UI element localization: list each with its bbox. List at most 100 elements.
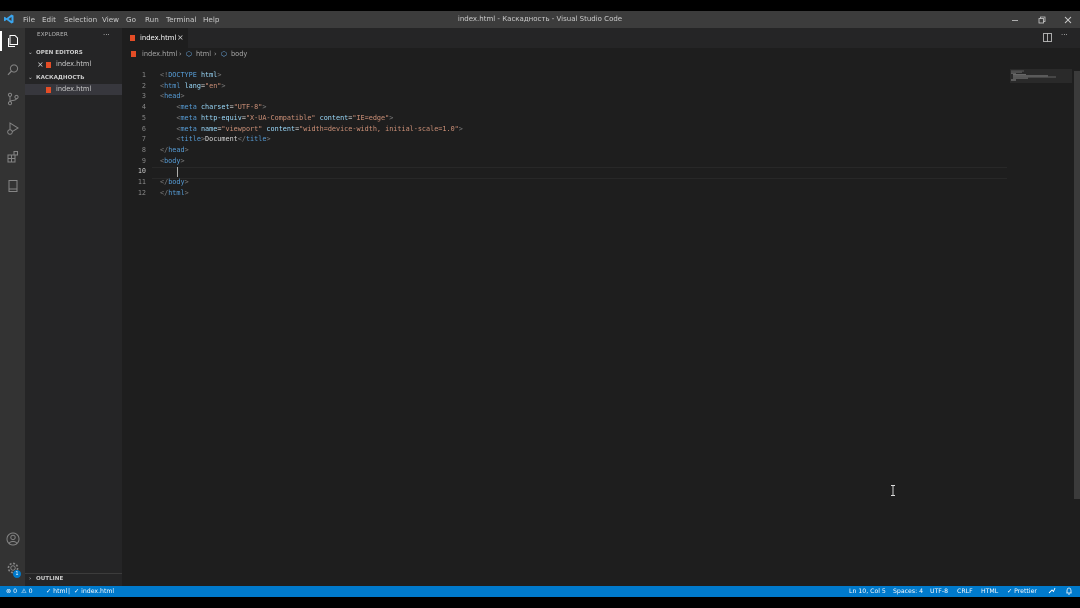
window-title: index.html - Каскадность - Visual Studio…	[457, 15, 623, 23]
account-icon	[6, 532, 19, 546]
code-token: charset	[200, 103, 230, 112]
breadcrumb-body[interactable]: body	[231, 48, 247, 60]
cursor-position[interactable]: Ln 10, Col 5	[849, 586, 886, 597]
outline-title: OUTLINE	[36, 576, 64, 582]
breadcrumb-html[interactable]: html	[196, 48, 211, 60]
breadcrumb-file[interactable]: index.html	[142, 48, 177, 60]
close-icon[interactable]: ×	[37, 59, 44, 70]
live-share-button[interactable]	[1048, 586, 1056, 597]
code-token: "IE=edge"	[352, 113, 390, 122]
warning-icon: ⚠	[21, 588, 27, 595]
line-number: 1	[141, 71, 146, 79]
source-control-activity-button[interactable]	[0, 86, 25, 112]
language-mode[interactable]: HTML	[981, 586, 998, 597]
open-editor-item[interactable]: × index.html	[25, 59, 122, 70]
text-cursor	[177, 167, 178, 177]
code-token: http-equiv	[200, 113, 242, 122]
line-number: 2	[141, 81, 146, 90]
explorer-more-actions-button[interactable]: ···	[103, 31, 110, 39]
check-icon: ✓	[46, 588, 52, 595]
menu-item-terminal[interactable]: Terminal	[166, 11, 196, 28]
code-line[interactable]: <body>	[160, 157, 185, 165]
close-icon	[1064, 16, 1072, 23]
bell-icon	[1066, 587, 1072, 595]
explorer-activity-button[interactable]	[0, 28, 25, 54]
accounts-button[interactable]	[0, 526, 25, 552]
code-token: </	[237, 135, 246, 144]
code-token: >	[180, 156, 185, 165]
code-line[interactable]: <head>	[160, 92, 185, 100]
editor-more-actions-button[interactable]: ···	[1061, 31, 1068, 39]
menu-item-selection[interactable]: Selection	[64, 11, 97, 28]
mouse-ibeam-cursor-icon	[891, 485, 895, 496]
code-line[interactable]: <!DOCTYPE html>	[160, 71, 221, 79]
code-line[interactable]: <title>Document</title>	[160, 135, 271, 144]
code-token: "viewport"	[221, 124, 263, 133]
vertical-scrollbar[interactable]	[1074, 71, 1080, 499]
code-token: content	[319, 113, 349, 122]
warning-count: 0	[28, 588, 33, 595]
menu-item-go[interactable]: Go	[126, 11, 136, 28]
search-activity-button[interactable]	[0, 57, 25, 83]
line-number: 3	[141, 92, 146, 101]
end-of-line[interactable]: CRLF	[957, 586, 973, 597]
menu-item-edit[interactable]: Edit	[42, 11, 56, 28]
prettier-item[interactable]: ✓ Prettier	[1007, 586, 1037, 597]
restore-button[interactable]	[1031, 11, 1053, 28]
editor-tab-bar: index.html × ···	[122, 28, 1080, 48]
outline-section-header[interactable]: › OUTLINE	[25, 573, 122, 585]
split-editor-button[interactable]	[1043, 33, 1052, 44]
extensions-activity-button[interactable]	[0, 144, 25, 170]
code-line[interactable]: <meta name="viewport" content="width=dev…	[160, 124, 463, 133]
code-line[interactable]: </head>	[160, 146, 189, 154]
chevron-down-icon: ⌄	[28, 50, 33, 56]
menu-item-help[interactable]: Help	[203, 11, 219, 28]
run-debug-activity-button[interactable]	[0, 115, 25, 141]
manage-button[interactable]: 1	[0, 555, 25, 581]
line-number: 9	[141, 156, 146, 165]
code-token: "width=device-width, initial-scale=1.0"	[299, 124, 459, 133]
chevron-right-icon: ›	[29, 576, 32, 582]
html-check-item[interactable]: ✓ html	[46, 586, 67, 597]
code-token: body	[164, 156, 181, 165]
tab-close-icon[interactable]: ×	[177, 28, 184, 48]
file-tree-item[interactable]: index.html	[25, 84, 122, 95]
explorer-sidebar: EXPLORER ··· ⌄ OPEN EDITORS × index.html…	[25, 28, 122, 586]
code-line[interactable]: </body>	[160, 178, 189, 186]
minimize-button[interactable]	[1004, 11, 1026, 28]
notifications-button[interactable]	[1065, 586, 1073, 597]
code-token: >	[184, 188, 189, 197]
problems-indicator[interactable]: ⊗ 0 ⚠ 0	[6, 586, 33, 597]
menu-item-file[interactable]: File	[23, 11, 35, 28]
code-line[interactable]	[160, 167, 176, 175]
remote-explorer-activity-button[interactable]	[0, 173, 25, 199]
minimap[interactable]	[1010, 69, 1072, 89]
line-number: 12	[137, 188, 146, 197]
extensions-icon	[7, 151, 18, 163]
code-token: Document	[205, 135, 238, 144]
line-number: 5	[141, 113, 146, 122]
code-line[interactable]: <meta charset="UTF-8">	[160, 103, 266, 111]
code-line[interactable]: </html>	[160, 189, 189, 197]
menu-item-run[interactable]: Run	[145, 11, 159, 28]
code-token: meta	[180, 103, 197, 112]
code-token: >	[266, 135, 271, 144]
editor-tab[interactable]: index.html ×	[122, 28, 188, 48]
folder-section-header[interactable]: ⌄ КАСКАДНОСТЬ	[25, 73, 122, 84]
code-token: html	[200, 71, 218, 79]
code-editor[interactable]: 1 2 3 4 5 6 7 8 9 10 11 12 <!DOCTYPE html> <html lan…	[122, 60, 1012, 586]
code-token: >	[458, 124, 463, 133]
html5-file-icon	[46, 87, 51, 93]
code-line[interactable]: <meta http-equiv="X-UA-Compatible" conte…	[160, 114, 393, 122]
accounts-badge: 1	[13, 570, 21, 578]
code-token: html	[164, 81, 181, 90]
encoding[interactable]: UTF-8	[930, 586, 948, 597]
indentation[interactable]: Spaces: 4	[893, 586, 923, 597]
open-editors-title: OPEN EDITORS	[36, 50, 83, 56]
menu-item-view[interactable]: View	[102, 11, 119, 28]
current-line-highlight	[152, 167, 1007, 179]
open-editors-section-header[interactable]: ⌄ OPEN EDITORS	[25, 48, 122, 59]
close-window-button[interactable]	[1057, 11, 1079, 28]
code-line[interactable]: <html lang="en">	[160, 82, 226, 90]
file-check-item[interactable]: ✓ index.html	[74, 586, 114, 597]
